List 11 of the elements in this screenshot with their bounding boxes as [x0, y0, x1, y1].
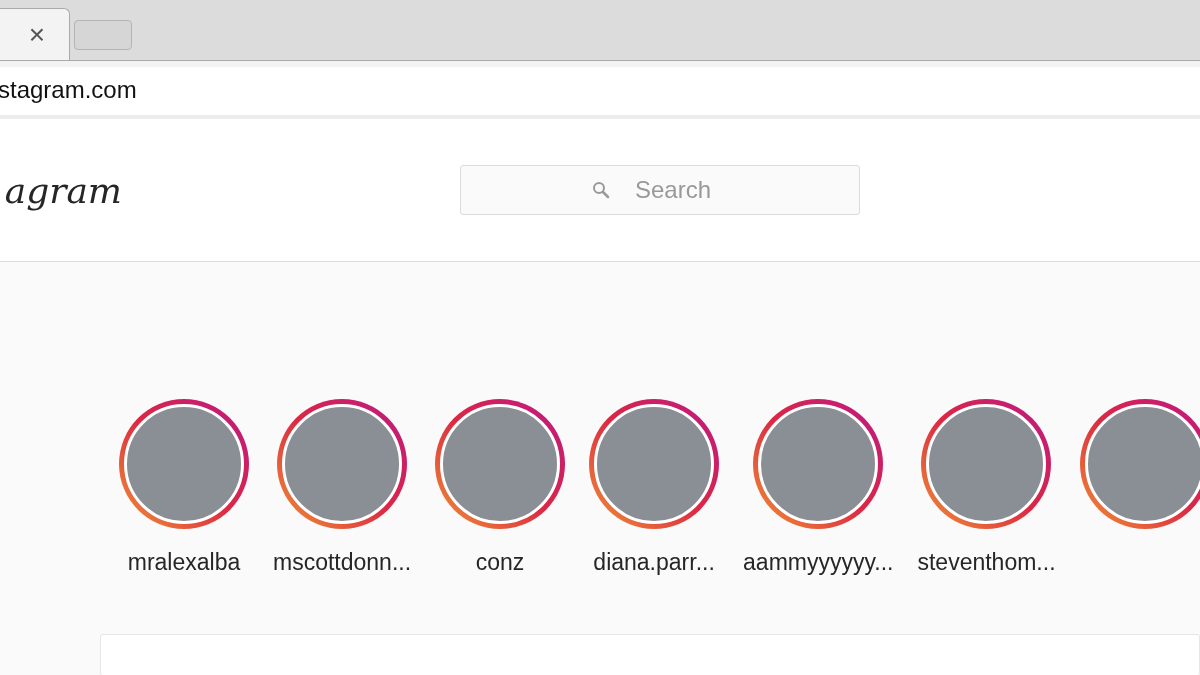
username: conz [475, 549, 525, 576]
username: mralexalba [127, 549, 241, 576]
search-field[interactable]: Search [460, 165, 860, 215]
username: aammyyyyyy... [743, 549, 894, 576]
close-icon[interactable]: × [28, 18, 45, 51]
search-icon [592, 181, 610, 199]
username: mscottdonn... [273, 549, 412, 576]
username: steventhom... [917, 549, 1056, 576]
username: diana.parr... [593, 549, 715, 576]
logo[interactable]: agram [4, 169, 122, 211]
browser-tab[interactable]: × [0, 8, 70, 60]
